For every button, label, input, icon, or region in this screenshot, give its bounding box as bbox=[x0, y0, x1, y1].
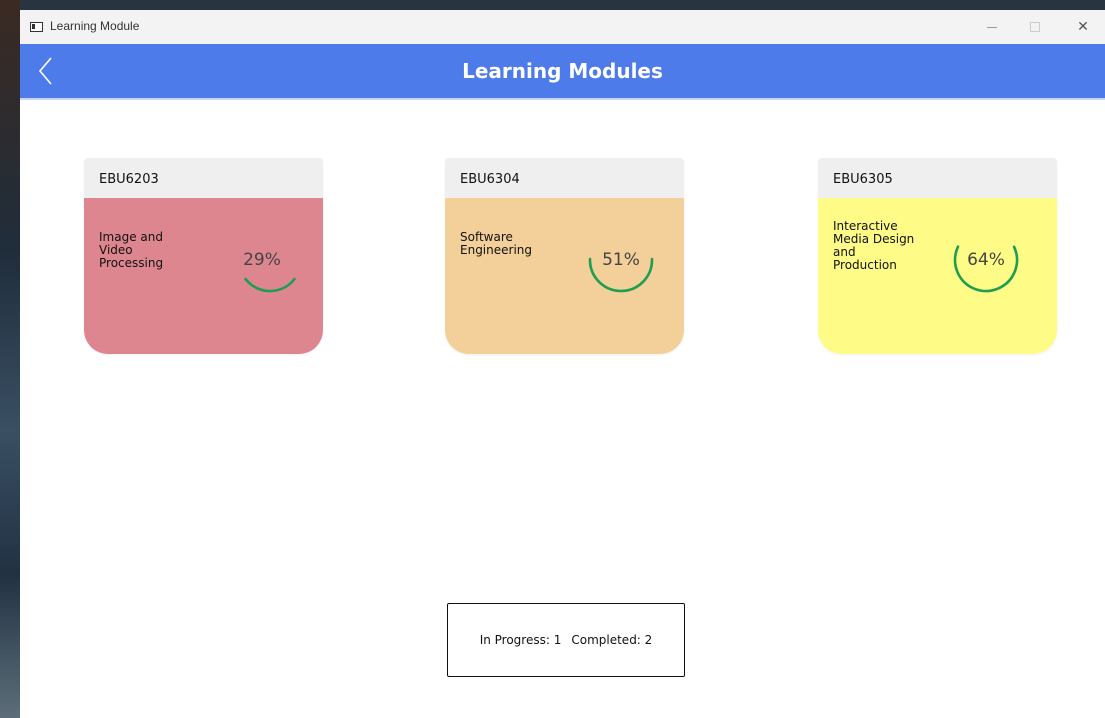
chevron-left-icon bbox=[38, 57, 52, 85]
in-progress-count: In Progress: 1 bbox=[479, 633, 562, 647]
minimize-button[interactable] bbox=[972, 14, 1012, 40]
close-button[interactable]: ✕ bbox=[1063, 14, 1103, 40]
header-bar: Learning Modules bbox=[20, 44, 1105, 100]
module-code: EBU6203 bbox=[84, 158, 323, 198]
page-title: Learning Modules bbox=[462, 59, 663, 83]
module-name: Software Engineering bbox=[460, 230, 532, 257]
completed-count: Completed: 2 bbox=[571, 633, 653, 647]
back-button[interactable] bbox=[32, 54, 62, 88]
module-name: Interactive Media Design and Production bbox=[833, 219, 915, 272]
maximize-button[interactable] bbox=[1015, 14, 1055, 40]
progress-ring: 64% bbox=[948, 222, 1024, 298]
module-code: EBU6304 bbox=[445, 158, 684, 198]
progress-ring: 51% bbox=[583, 222, 659, 298]
close-icon: ✕ bbox=[1077, 19, 1089, 35]
module-card-body: Software Engineering 51% bbox=[445, 198, 684, 354]
title-bar: Learning Module ✕ bbox=[20, 10, 1105, 44]
desktop-background bbox=[0, 0, 20, 718]
window-title: Learning Module bbox=[50, 19, 140, 33]
module-card-ebu6304[interactable]: EBU6304 Software Engineering 51% bbox=[445, 158, 684, 354]
module-code: EBU6305 bbox=[818, 158, 1057, 198]
progress-percent: 64% bbox=[967, 250, 1005, 270]
module-card-body: Interactive Media Design and Production … bbox=[818, 198, 1057, 354]
module-card-ebu6203[interactable]: EBU6203 Image and Video Processing 29% bbox=[84, 158, 323, 354]
app-window-icon bbox=[30, 22, 43, 32]
maximize-icon bbox=[1030, 22, 1040, 32]
progress-ring: 29% bbox=[232, 222, 308, 298]
app-window: Learning Module ✕ Learning Modules EBU62… bbox=[20, 10, 1105, 718]
progress-percent: 51% bbox=[602, 250, 640, 270]
module-name: Image and Video Processing bbox=[99, 230, 164, 270]
minimize-icon bbox=[987, 26, 997, 28]
module-card-ebu6305[interactable]: EBU6305 Interactive Media Design and Pro… bbox=[818, 158, 1057, 354]
progress-percent: 29% bbox=[243, 250, 281, 270]
progress-summary: In Progress: 1 Completed: 2 bbox=[447, 603, 685, 677]
module-card-body: Image and Video Processing 29% bbox=[84, 198, 323, 354]
